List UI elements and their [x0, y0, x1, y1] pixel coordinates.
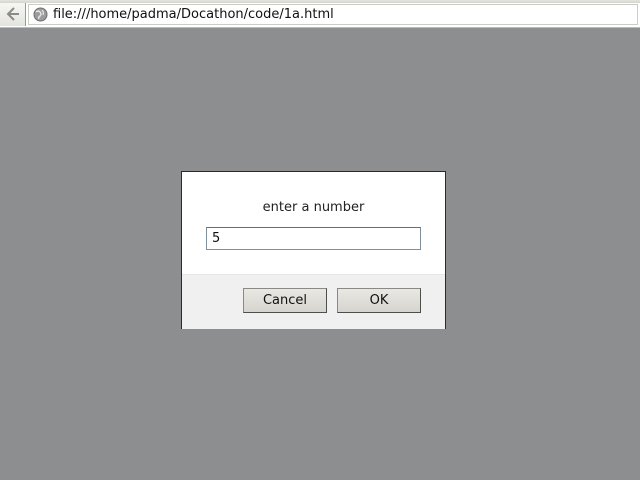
browser-window: file:///home/padma/Docathon/code/1a.html… [0, 0, 640, 480]
toolbar-accent [0, 0, 640, 3]
url-bar[interactable]: file:///home/padma/Docathon/code/1a.html [28, 4, 638, 25]
back-button[interactable] [0, 3, 26, 26]
url-text: file:///home/padma/Docathon/code/1a.html [53, 7, 334, 22]
dialog-footer: Cancel OK [182, 274, 445, 329]
ok-button[interactable]: OK [337, 288, 421, 313]
number-input[interactable] [206, 227, 421, 250]
browser-toolbar: file:///home/padma/Docathon/code/1a.html [0, 0, 640, 28]
globe-icon [33, 7, 48, 22]
back-arrow-icon [6, 7, 19, 21]
cancel-button[interactable]: Cancel [243, 288, 327, 313]
prompt-dialog: enter a number Cancel OK [181, 171, 446, 329]
dialog-message: enter a number [262, 200, 365, 215]
